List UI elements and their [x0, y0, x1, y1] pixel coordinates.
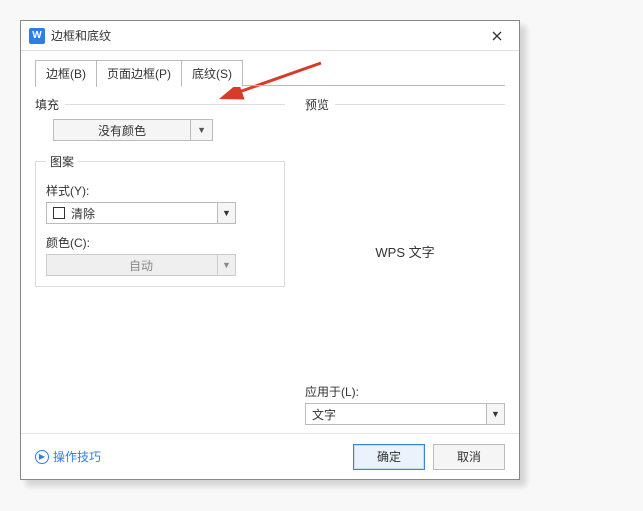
- fill-section-label: 填充: [35, 96, 285, 113]
- close-icon: [492, 31, 502, 41]
- tab-border[interactable]: 边框(B): [35, 60, 97, 87]
- borders-shading-dialog: W 边框和底纹 边框(B) 页面边框(P) 底纹(S): [20, 20, 520, 480]
- style-dropdown[interactable]: 清除 ▼: [46, 202, 236, 224]
- ok-button[interactable]: 确定: [353, 444, 425, 470]
- apply-row: 应用于(L): 文字 ▼: [305, 383, 505, 433]
- apply-to-value: 文字: [306, 406, 486, 423]
- tab-bar: 边框(B) 页面边框(P) 底纹(S): [35, 59, 505, 86]
- chevron-down-icon: ▼: [197, 125, 206, 135]
- fill-color-value: 没有颜色: [60, 122, 184, 139]
- pattern-group: 图案 样式(Y): 清除 ▼ 颜色(C): 自动 ▼: [35, 153, 285, 287]
- play-icon: ▶: [35, 450, 49, 464]
- apply-to-dropdown[interactable]: 文字 ▼: [305, 403, 505, 425]
- close-button[interactable]: [483, 22, 511, 50]
- color-row: 颜色(C): 自动 ▼: [46, 234, 274, 276]
- style-row: 样式(Y): 清除 ▼: [46, 182, 274, 224]
- cancel-button[interactable]: 取消: [433, 444, 505, 470]
- tab-page-border[interactable]: 页面边框(P): [96, 60, 182, 87]
- chevron-down-icon: ▼: [217, 255, 235, 275]
- left-column: 填充 没有颜色 ▼ 图案 样式(Y): 清除 ▼: [35, 96, 295, 433]
- chevron-down-icon: ▼: [217, 203, 235, 223]
- color-value: 自动: [129, 257, 153, 274]
- app-icon: W: [29, 28, 45, 44]
- style-swatch-icon: [53, 207, 65, 219]
- body-columns: 填充 没有颜色 ▼ 图案 样式(Y): 清除 ▼: [35, 86, 505, 433]
- style-label: 样式(Y):: [46, 182, 274, 199]
- dialog-footer: ▶ 操作技巧 确定 取消: [21, 433, 519, 479]
- dialog-title: 边框和底纹: [51, 27, 483, 44]
- color-label: 颜色(C):: [46, 234, 274, 251]
- right-column: 预览 WPS 文字 应用于(L): 文字 ▼: [295, 96, 505, 433]
- tips-link[interactable]: ▶ 操作技巧: [35, 448, 101, 465]
- chevron-down-icon: ▼: [486, 404, 504, 424]
- fill-color-dropdown[interactable]: 没有颜色 ▼: [53, 119, 213, 141]
- preview-section-label: 预览: [305, 96, 505, 113]
- tab-shading[interactable]: 底纹(S): [181, 60, 243, 87]
- pattern-legend: 图案: [46, 153, 78, 170]
- preview-text: WPS 文字: [375, 242, 434, 261]
- color-dropdown: 自动 ▼: [46, 254, 236, 276]
- style-value: 清除: [71, 205, 217, 222]
- titlebar: W 边框和底纹: [21, 21, 519, 51]
- dialog-content: 边框(B) 页面边框(P) 底纹(S) 填充: [21, 51, 519, 433]
- preview-area: WPS 文字: [305, 119, 505, 383]
- apply-label: 应用于(L):: [305, 383, 505, 400]
